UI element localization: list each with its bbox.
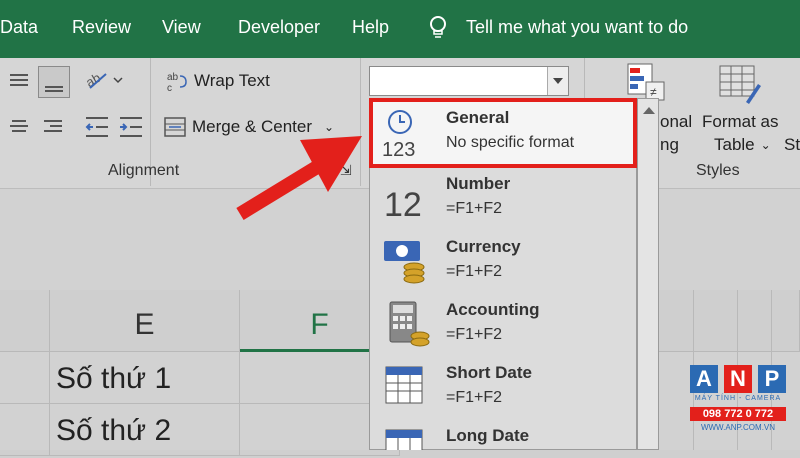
svg-text:≠: ≠ — [650, 85, 657, 99]
logo-website: WWW.ANP.COM.VN — [700, 423, 776, 432]
anp-logo: A N P MÁY TÍNH - CAMERA 098 772 0 772 WW… — [690, 365, 790, 440]
format-option-short-date[interactable]: Short Date =F1+F2 — [372, 357, 634, 419]
conditional-formatting-label[interactable]: onal — [660, 112, 692, 132]
svg-text:ab: ab — [167, 72, 179, 83]
orientation-icon[interactable]: ab — [84, 68, 124, 92]
align-top-icon[interactable] — [8, 70, 30, 92]
format-option-long-date[interactable]: Long Date — [372, 420, 634, 450]
format-as-table-button[interactable]: Table ⌄ — [714, 135, 771, 155]
decrease-indent-icon[interactable] — [84, 114, 110, 140]
format-option-name: Short Date — [446, 363, 532, 382]
format-option-preview: No specific format — [446, 134, 575, 151]
format-option-preview: =F1+F2 — [446, 389, 503, 406]
alignment-group-label: Alignment — [108, 162, 180, 179]
column-header-blank[interactable] — [0, 290, 50, 352]
conditional-formatting-label-2[interactable]: ng — [660, 135, 679, 155]
format-option-name: Number — [446, 174, 511, 193]
align-bottom-icon[interactable] — [38, 66, 70, 98]
wrap-text-label: Wrap Text — [194, 71, 270, 90]
format-option-name: Accounting — [446, 300, 540, 319]
calendar-icon — [385, 366, 423, 404]
lightbulb-icon — [430, 16, 446, 38]
row-header[interactable] — [0, 352, 50, 404]
format-option-accounting[interactable]: Accounting =F1+F2 — [372, 294, 634, 356]
format-option-name: Long Date — [446, 426, 530, 445]
calendar-icon — [385, 429, 423, 450]
tab-developer[interactable]: Developer — [238, 17, 320, 38]
calculator-icon — [389, 301, 430, 347]
currency-coins-icon — [384, 241, 425, 284]
merge-center-icon — [164, 117, 186, 137]
svg-text:12: 12 — [384, 186, 422, 224]
format-option-name: General — [446, 108, 510, 127]
increase-indent-icon[interactable] — [118, 114, 144, 140]
logo-phone: 098 772 0 772 — [690, 407, 786, 421]
svg-text:123: 123 — [382, 139, 415, 158]
dropdown-scrollbar[interactable] — [637, 98, 659, 450]
format-as-table-icon[interactable] — [718, 64, 762, 106]
format-option-name: Currency — [446, 237, 521, 256]
format-option-general[interactable]: 123 General No specific format — [372, 102, 634, 164]
wrap-text-icon: ab c — [167, 72, 187, 92]
tab-review[interactable]: Review — [72, 17, 131, 38]
align-right-icon[interactable] — [42, 116, 64, 138]
number-format-combobox[interactable] — [369, 66, 569, 96]
format-option-currency[interactable]: Currency =F1+F2 — [372, 231, 634, 293]
ribbon-tab-bar: Data Review View Developer Help Tell me … — [0, 0, 800, 58]
align-center-icon[interactable] — [8, 116, 30, 138]
format-option-number[interactable]: 12 Number =F1+F2 — [372, 168, 634, 230]
logo-letter-a: A — [690, 365, 718, 393]
merge-center-button[interactable]: Merge & Center ⌄ — [164, 116, 334, 138]
chevron-down-icon[interactable]: ⌄ — [324, 120, 334, 134]
merge-center-label: Merge & Center — [192, 117, 312, 136]
format-option-preview: =F1+F2 — [446, 326, 503, 343]
tab-help[interactable]: Help — [352, 17, 389, 38]
tab-data[interactable]: Data — [0, 17, 38, 38]
clock-123-icon: 123 — [382, 110, 415, 158]
column-header-e[interactable]: E — [50, 290, 240, 352]
tell-me-search[interactable]: Tell me what you want to do — [466, 17, 688, 38]
wrap-text-button[interactable]: ab c Wrap Text — [166, 70, 270, 92]
logo-letter-n: N — [724, 365, 752, 393]
cell-styles-label[interactable]: St — [784, 135, 800, 155]
logo-letter-p: P — [758, 365, 786, 393]
styles-group-label: Styles — [696, 162, 740, 179]
logo-tagline: MÁY TÍNH - CAMERA — [694, 395, 782, 402]
row-header[interactable] — [0, 404, 50, 456]
cell-e2[interactable]: Số thứ 2 — [50, 404, 240, 456]
table-label: Table — [714, 135, 755, 154]
scroll-up-icon[interactable] — [643, 107, 655, 114]
number-format-dropdown-button[interactable] — [547, 67, 568, 95]
chevron-down-icon: ⌄ — [760, 138, 771, 152]
cell-e1[interactable]: Số thứ 1 — [50, 352, 240, 404]
format-option-preview: =F1+F2 — [446, 263, 503, 280]
svg-text:c: c — [167, 83, 172, 92]
format-as-label[interactable]: Format as — [702, 112, 779, 132]
format-option-preview: =F1+F2 — [446, 200, 503, 217]
tab-view[interactable]: View — [162, 17, 201, 38]
alignment-launcher-icon[interactable]: ⇲ — [340, 162, 352, 179]
number-12-icon: 12 — [384, 186, 422, 224]
